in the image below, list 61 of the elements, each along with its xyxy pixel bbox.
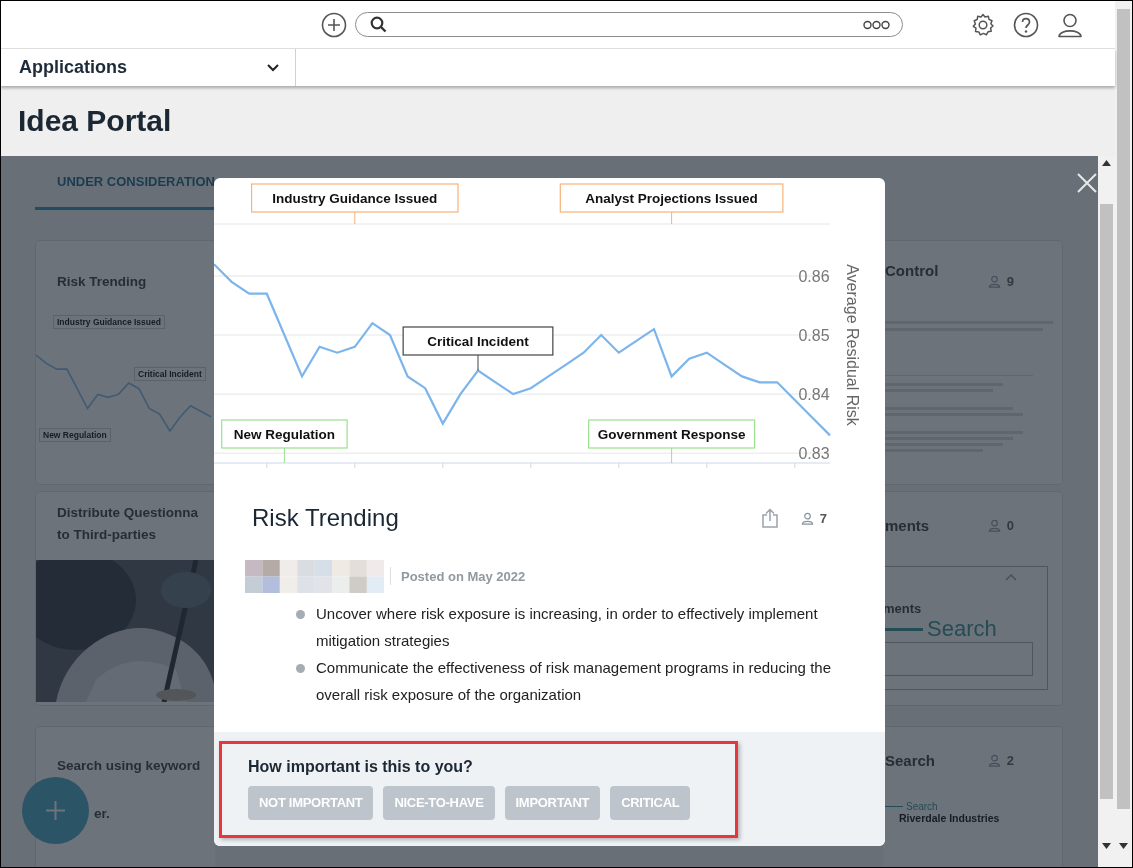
user-icon[interactable]: [1057, 11, 1083, 38]
card-title: Distribute Questionna: [57, 504, 199, 522]
settings-icon[interactable]: [971, 12, 995, 37]
card-title: ments: [885, 516, 930, 534]
search-heading: Search: [906, 801, 938, 812]
idea-card[interactable]: Control 9: [883, 240, 1063, 485]
add-icon[interactable]: [321, 11, 347, 38]
y-tick-label: 0.83: [798, 445, 830, 463]
idea-title: Risk Trending: [252, 504, 399, 532]
y-axis-title: Average Residual Risk: [844, 264, 861, 426]
scroll-up-icon[interactable]: [1102, 160, 1111, 166]
y-tick-label: 0.85: [798, 327, 830, 345]
importance-question: How important is this to you?: [248, 757, 474, 776]
y-tick-label: 0.86: [798, 267, 830, 285]
annotation: New Regulation: [233, 427, 336, 442]
vote-icon: [987, 274, 1001, 288]
card-title: er.: [94, 805, 111, 823]
panel-title: Riverdale Industries: [899, 812, 1001, 824]
annotation-label: New Regulation: [221, 419, 348, 464]
scrollbar-thumb[interactable]: [1100, 204, 1113, 799]
vote-icon: [800, 511, 814, 525]
card-title: to Third-parties: [57, 526, 157, 544]
scrollbar-thumb[interactable]: [1117, 9, 1130, 809]
bullet-text: Communicate the effectiveness of risk management programs in reducing the overall risk exposure of the organization: [296, 654, 845, 708]
search-heading: Search: [927, 616, 997, 642]
chevron-up-icon: [1005, 573, 1017, 581]
vote-icon: [987, 518, 1001, 532]
vote-count: 2: [1006, 752, 1014, 768]
annotation-label: Industry Guidance Issued: [251, 183, 459, 225]
card-title: Search using keyword: [57, 757, 202, 775]
chart-annotation: Critical Incident: [134, 367, 206, 381]
help-icon[interactable]: [1013, 11, 1039, 38]
chevron-down-icon: [267, 63, 279, 72]
importance-option[interactable]: CRITICAL: [610, 785, 691, 820]
vote-count: 9: [1006, 273, 1014, 289]
annotation: Critical Incident: [427, 334, 530, 349]
chart-annotation: New Regulation: [39, 428, 111, 442]
annotation: Government Response: [597, 427, 746, 442]
annotation-label: Critical Incident: [402, 326, 554, 371]
search-icon: [370, 16, 387, 33]
importance-option[interactable]: NOT IMPORTANT: [248, 785, 374, 820]
idea-card[interactable]: Risk Trending Industry Guidance Issued Critical Incident New Regulation: [35, 240, 215, 485]
importance-option[interactable]: NICE-TO-HAVE: [383, 785, 495, 820]
card-title: Search: [885, 751, 936, 769]
page-title: Idea Portal: [18, 104, 172, 138]
importance-option[interactable]: IMPORTANT: [504, 785, 601, 820]
vote-count: 0: [1006, 517, 1014, 533]
vote-count: 7: [819, 510, 827, 526]
more-icon[interactable]: [863, 19, 890, 30]
posted-date: Posted on May 2022: [401, 568, 526, 584]
chart-annotation: Industry Guidance Issued: [53, 315, 165, 329]
y-tick-label: 0.84: [798, 386, 830, 404]
card-title: Control: [885, 261, 939, 279]
vote-icon: [987, 753, 1001, 767]
annotation-label: Analyst Projections Issued: [559, 183, 784, 225]
idea-card[interactable]: Distribute Questionna to Third-parties: [35, 491, 215, 706]
idea-card[interactable]: Search 2 Search Riverdale Industries: [883, 726, 1063, 867]
applications-dropdown[interactable]: Applications: [1, 49, 296, 86]
card-title: Risk Trending: [57, 273, 148, 291]
bullet-text: Uncover where risk exposure is increasing, in order to effectively implement mitigation strategies: [296, 600, 845, 654]
annotation-label: Government Response: [588, 419, 756, 464]
